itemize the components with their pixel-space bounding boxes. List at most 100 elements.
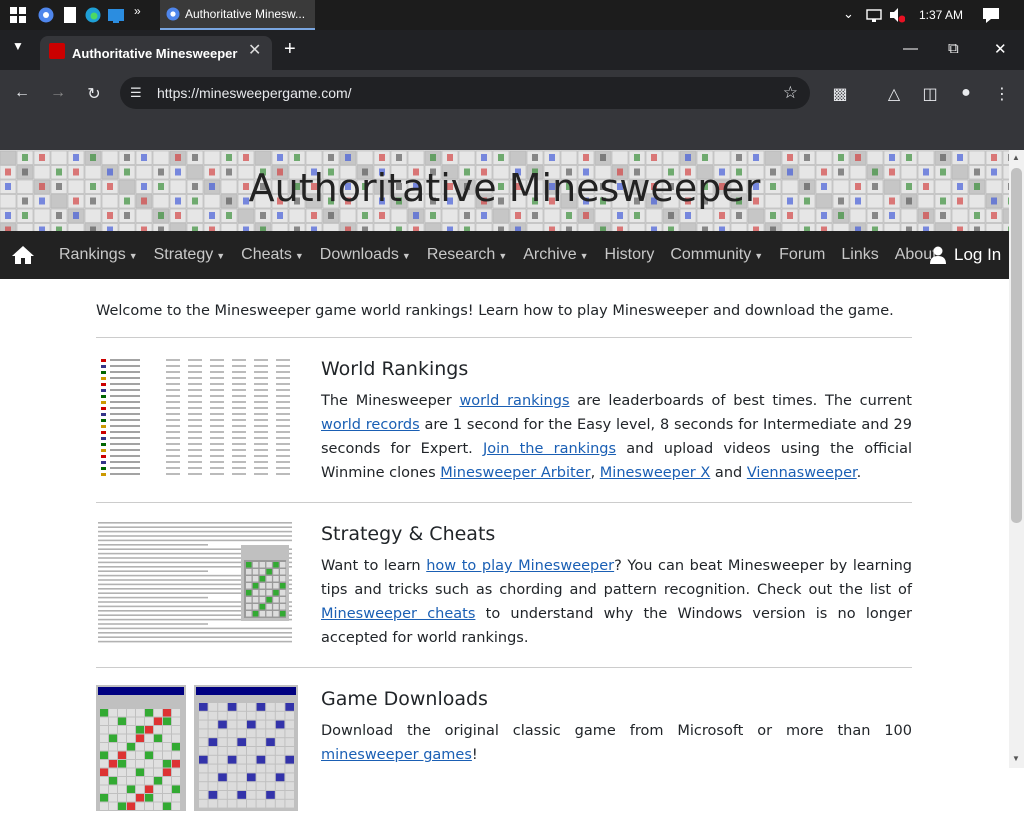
nav-item-label: Strategy bbox=[153, 246, 214, 263]
feature-world-rankings: World Rankings The Minesweeper world ran… bbox=[96, 338, 912, 502]
home-icon[interactable] bbox=[0, 231, 46, 279]
labs-flask-icon[interactable]: △ bbox=[884, 84, 904, 104]
edge-icon[interactable] bbox=[85, 7, 101, 23]
nav-item-label: Forum bbox=[779, 246, 826, 263]
welcome-text: Welcome to the Minesweeper game world ra… bbox=[96, 303, 894, 319]
feature-strategy-cheats: Strategy & Cheats Want to learn how to p… bbox=[96, 503, 912, 667]
nav-item-rankings[interactable]: Rankings ▼ bbox=[59, 246, 138, 264]
clock-time[interactable]: 1:37 AM bbox=[919, 8, 963, 22]
nav-item-research[interactable]: Research ▼ bbox=[427, 246, 507, 264]
network-icon[interactable] bbox=[866, 7, 882, 23]
extensions-icon[interactable]: ▩ bbox=[830, 84, 850, 104]
feature-title: Game Downloads bbox=[321, 688, 488, 710]
new-tab-icon[interactable]: + bbox=[284, 38, 296, 61]
volume-muted-icon[interactable] bbox=[889, 7, 906, 23]
back-icon[interactable]: ← bbox=[12, 84, 32, 102]
main-content: Welcome to the Minesweeper game world ra… bbox=[96, 279, 912, 828]
scroll-down-icon[interactable]: ▼ bbox=[1012, 754, 1020, 763]
caret-down-icon: ▼ bbox=[754, 251, 764, 261]
nav-item-links[interactable]: Links bbox=[841, 246, 878, 264]
nav-item-label: History bbox=[604, 246, 655, 263]
feature-title: Strategy & Cheats bbox=[321, 523, 496, 545]
rankings-table-thumbnail[interactable] bbox=[96, 355, 298, 481]
inline-link[interactable]: world rankings bbox=[459, 393, 569, 409]
nav-item-label: Rankings bbox=[59, 246, 126, 263]
chrome-icon bbox=[166, 7, 180, 21]
feature-title: World Rankings bbox=[321, 358, 469, 380]
nav-menu: Rankings ▼ Strategy ▼ Cheats ▼ Downloads ▼ Resea… bbox=[59, 246, 953, 264]
browser-tab-active[interactable]: Authoritative Minesweeper bbox=[40, 36, 272, 70]
body-text: , bbox=[590, 465, 600, 481]
nav-item-label: Research bbox=[426, 246, 496, 263]
windows-start-icon[interactable] bbox=[10, 7, 26, 23]
scrollbar-thumb[interactable] bbox=[1011, 168, 1022, 523]
address-bar[interactable]: ☰ https://minesweepergame.com/ ☆ bbox=[120, 77, 810, 109]
notifications-icon[interactable] bbox=[983, 7, 999, 23]
caret-down-icon: ▼ bbox=[498, 251, 508, 261]
caret-down-icon: ▼ bbox=[294, 251, 304, 261]
nav-item-downloads[interactable]: Downloads ▼ bbox=[320, 246, 411, 264]
taskbar-chrome-window[interactable]: Authoritative Minesw... bbox=[160, 0, 315, 30]
tab-close-icon[interactable]: ✕ bbox=[248, 40, 261, 60]
scroll-up-icon[interactable]: ▲ bbox=[1012, 153, 1020, 162]
terminal-icon[interactable] bbox=[108, 7, 124, 23]
inline-link[interactable]: Join the rankings bbox=[483, 441, 616, 457]
inline-link[interactable]: Viennasweeper bbox=[747, 465, 857, 481]
chevron-up-icon[interactable]: ⌄ bbox=[843, 6, 859, 22]
restore-icon[interactable]: ⧉ bbox=[948, 40, 959, 57]
strategy-page-thumbnail[interactable] bbox=[96, 520, 298, 646]
nav-item-label: Downloads bbox=[319, 246, 399, 263]
inline-link[interactable]: Minesweeper X bbox=[600, 465, 711, 481]
tab-search-icon[interactable]: ▼ bbox=[12, 39, 24, 53]
nav-item-cheats[interactable]: Cheats ▼ bbox=[241, 246, 304, 264]
body-text: Want to learn bbox=[321, 558, 427, 574]
site-title: Authoritative Minesweeper bbox=[248, 166, 761, 210]
tab-title: Authoritative Minesweeper bbox=[72, 45, 238, 61]
feature-body: The Minesweeper world rankings are leade… bbox=[321, 389, 912, 485]
body-text: and bbox=[710, 465, 747, 481]
reload-icon[interactable]: ↻ bbox=[84, 84, 104, 104]
forward-icon[interactable]: → bbox=[48, 84, 68, 102]
inline-link[interactable]: Minesweeper Arbiter bbox=[440, 465, 590, 481]
inline-link[interactable]: Minesweeper cheats bbox=[321, 606, 475, 622]
taskbar-task-title: Authoritative Minesw... bbox=[185, 7, 306, 21]
game-screenshots-thumbnail[interactable] bbox=[96, 685, 298, 811]
site-banner: Authoritative Minesweeper bbox=[0, 150, 1009, 231]
site-info-icon[interactable]: ☰ bbox=[130, 85, 142, 101]
site-favicon-icon bbox=[49, 43, 65, 59]
body-text: are leaderboards of best times. The curr… bbox=[569, 393, 912, 409]
login-label: Log In bbox=[954, 245, 1002, 264]
minimize-icon[interactable]: — bbox=[903, 40, 918, 57]
feature-game-downloads: Game Downloads Download the original cla… bbox=[96, 668, 912, 828]
body-text: . bbox=[856, 465, 862, 481]
inline-link[interactable]: minesweeper games bbox=[321, 747, 472, 763]
nav-item-label: Community bbox=[670, 246, 752, 263]
overflow-chevron-icon[interactable]: » bbox=[134, 4, 150, 20]
feature-body: Download the original classic game from … bbox=[321, 719, 912, 767]
nav-item-forum[interactable]: Forum bbox=[779, 246, 825, 264]
user-icon bbox=[930, 246, 946, 264]
caret-down-icon: ▼ bbox=[128, 251, 138, 261]
body-text: The Minesweeper bbox=[321, 393, 460, 409]
inline-link[interactable]: how to play Minesweeper bbox=[426, 558, 614, 574]
nav-item-history[interactable]: History bbox=[605, 246, 655, 264]
close-window-icon[interactable]: ✕ bbox=[994, 40, 1007, 58]
nav-item-community[interactable]: Community ▼ bbox=[670, 246, 763, 264]
body-text: Download the original classic game from … bbox=[321, 723, 912, 739]
nav-item-label: Links bbox=[841, 246, 879, 263]
feature-body: Want to learn how to play Minesweeper? Y… bbox=[321, 554, 912, 650]
body-text: ! bbox=[471, 747, 478, 763]
menu-kebab-icon[interactable]: ⋮ bbox=[992, 84, 1012, 104]
profile-icon[interactable]: ● bbox=[956, 84, 976, 102]
file-icon[interactable] bbox=[62, 7, 78, 23]
nav-item-label: Cheats bbox=[241, 246, 292, 263]
windows-taskbar: » Authoritative Minesw... ⌄ 1:37 AM bbox=[0, 0, 1024, 30]
bookmark-star-icon[interactable]: ☆ bbox=[783, 83, 798, 103]
nav-item-strategy[interactable]: Strategy ▼ bbox=[154, 246, 226, 264]
caret-down-icon: ▼ bbox=[401, 251, 411, 261]
nav-item-archive[interactable]: Archive ▼ bbox=[523, 246, 588, 264]
inline-link[interactable]: world records bbox=[321, 417, 420, 433]
login-button[interactable]: Log In bbox=[930, 231, 1001, 279]
chrome-icon[interactable] bbox=[38, 7, 54, 23]
side-panel-icon[interactable]: ◫ bbox=[920, 84, 940, 104]
